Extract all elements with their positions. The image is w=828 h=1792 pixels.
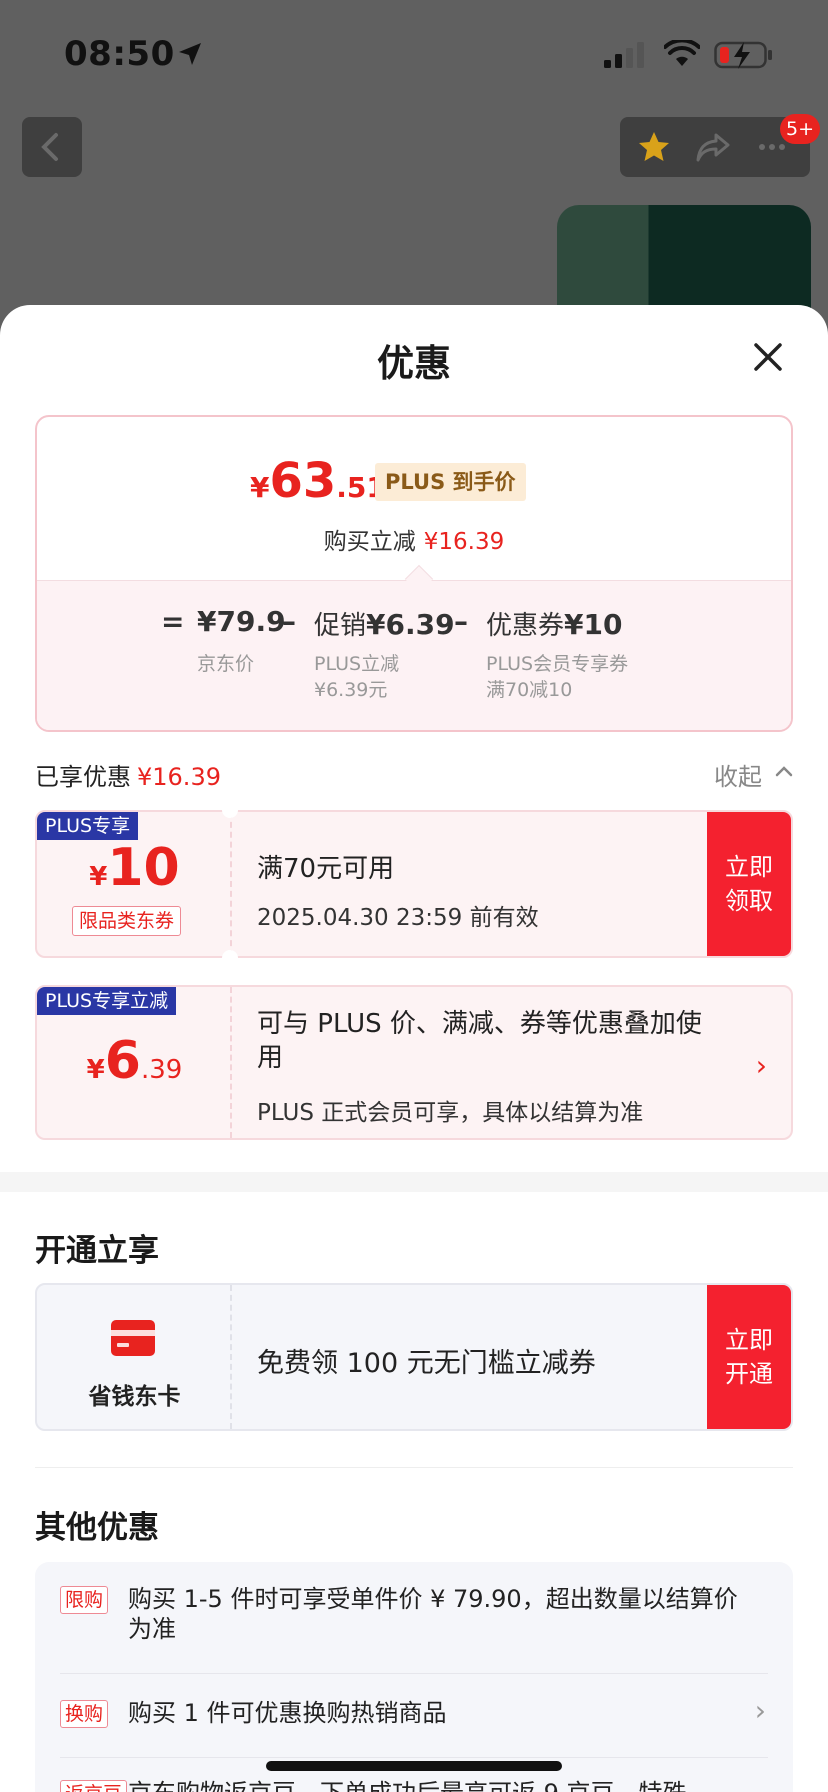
savings-card-name: 省钱东卡 xyxy=(88,1384,181,1410)
coupon-note: PLUS 正式会员可享，具体以结算为准 xyxy=(257,1100,644,1126)
claim-coupon-button[interactable]: 立即领取 xyxy=(707,812,791,956)
minus-sign: – xyxy=(282,605,296,638)
enjoyed-label: 已享优惠 xyxy=(35,763,131,791)
coupon-condition: 满70元可用 xyxy=(257,854,395,884)
enjoyed-value: ¥16.39 xyxy=(137,763,221,791)
coupon-category-badge: 限品类东券 xyxy=(72,906,182,936)
promo-caption: PLUS立减 ¥6.39元 xyxy=(314,651,399,703)
collapse-button[interactable]: 收起 xyxy=(714,757,762,792)
coupon-expiry: 2025.04.30 23:59 前有效 xyxy=(257,905,539,931)
chevron-right-icon: › xyxy=(755,1049,767,1082)
plus-price-tag: PLUS 到手价 xyxy=(375,463,526,501)
coupon-caption: PLUS会员专享券 满70减10 xyxy=(486,651,628,703)
base-sub: 京东价 xyxy=(197,653,255,675)
equals-sign: = xyxy=(161,605,185,638)
open-now-label: 立即开通 xyxy=(725,1326,773,1388)
coupon-notch xyxy=(222,950,238,966)
reduce-value: ¥16.39 xyxy=(423,529,505,555)
coupon-tag: PLUS专享立减 xyxy=(37,987,177,1015)
formula-area xyxy=(37,580,791,730)
savings-card: 省钱东卡 免费领 100 元无门槛立减券 立即开通 xyxy=(35,1283,793,1431)
offer-text: 购买 1 件可优惠换购热销商品 xyxy=(128,1699,447,1727)
coupon-description: 可与 PLUS 价、满减、券等优惠叠加使用 xyxy=(257,1009,702,1073)
offer-tag: 限购 xyxy=(60,1586,109,1614)
other-section-title: 其他优惠 xyxy=(35,1510,159,1546)
offer-text: 购买 1-5 件时可享受单件价 ¥ 79.90，超出数量以结算价为准 xyxy=(128,1585,738,1643)
coupon-yen: ¥ xyxy=(86,1055,105,1085)
price-breakdown-card: ¥63.51 PLUS 到手价 购买立减 ¥16.39 = ¥79.9 京东价 –… xyxy=(35,415,793,732)
sheet-title: 优惠 xyxy=(377,342,451,385)
back-button[interactable] xyxy=(22,117,82,177)
base-price: ¥79.9 xyxy=(197,605,286,638)
close-icon[interactable] xyxy=(748,337,788,377)
favorite-star-icon[interactable] xyxy=(636,129,672,165)
coupon-decimal: .39 xyxy=(140,1055,183,1085)
offer-tag: 换购 xyxy=(60,1700,109,1728)
share-icon[interactable] xyxy=(694,129,732,165)
cellular-signal-icon xyxy=(604,42,644,68)
coupon-yen: ¥ xyxy=(89,862,108,892)
coupon-sub2: 满70减10 xyxy=(486,679,573,701)
coupon-sub1: PLUS会员专享券 xyxy=(486,653,629,675)
status-bar: 08:50 xyxy=(0,0,828,100)
reduce-line: 购买立减 ¥16.39 xyxy=(37,522,791,556)
coupon-amount: ¥10 xyxy=(37,838,232,898)
promo-sub2: ¥6.39元 xyxy=(314,679,388,701)
open-section-title: 开通立享 xyxy=(35,1233,159,1269)
notification-badge: 5+ xyxy=(780,114,821,144)
list-item[interactable]: 换购 购买 1 件可优惠换购热销商品 › xyxy=(60,1674,768,1758)
final-price: ¥63.51 xyxy=(250,453,386,509)
coupon-tag: PLUS专享 xyxy=(37,812,139,840)
location-arrow-icon xyxy=(179,43,201,65)
list-item: 限购 购买 1-5 件时可享受单件价 ¥ 79.90，超出数量以结算价为准 xyxy=(60,1562,768,1674)
base-price-caption: 京东价 xyxy=(197,651,254,677)
coupon-value: ¥10 xyxy=(564,608,623,641)
enjoyed-discount: 已享优惠 ¥16.39 xyxy=(35,757,221,792)
chevron-right-icon: › xyxy=(754,1694,766,1727)
coupon-notch xyxy=(222,802,238,818)
coupon-amount: ¥6.39 xyxy=(37,1031,232,1091)
promo-value: ¥6.39 xyxy=(366,608,455,641)
divider xyxy=(35,1467,793,1468)
savings-card-offer: 免费领 100 元无门槛立减券 xyxy=(257,1348,596,1379)
offer-text: 京东购物返京豆，下单成功后最高可返 9 京豆，特殊 xyxy=(128,1778,758,1792)
plus-reduce-card[interactable]: PLUS专享立减 ¥6.39 可与 PLUS 价、满减、券等优惠叠加使用 PLU… xyxy=(35,985,793,1140)
coupon-label: 优惠券 xyxy=(486,611,565,641)
promo-sub1: PLUS立减 xyxy=(314,653,400,675)
promo-label: 促销 xyxy=(314,611,367,641)
other-offers-list: 限购 购买 1-5 件时可享受单件价 ¥ 79.90，超出数量以结算价为准 换购… xyxy=(35,1562,793,1792)
coupon-integer: 6 xyxy=(104,1031,141,1091)
offer-tag: 返京豆 xyxy=(60,1780,128,1792)
promo-term: 促销¥6.39 xyxy=(314,605,455,642)
status-time: 08:50 xyxy=(64,34,175,74)
reduce-label: 购买立减 xyxy=(323,529,416,555)
final-price-integer: 63 xyxy=(269,453,337,509)
minus-sign: – xyxy=(454,605,468,638)
coupon-integer: 10 xyxy=(107,838,180,898)
section-gap xyxy=(0,1172,828,1192)
credit-card-icon xyxy=(111,1320,155,1356)
battery-charging-icon xyxy=(714,41,772,69)
coupon-term: 优惠券¥10 xyxy=(486,605,622,642)
open-now-button[interactable]: 立即开通 xyxy=(707,1285,791,1429)
wifi-icon xyxy=(664,40,700,66)
final-price-yen: ¥ xyxy=(250,471,270,504)
plus-coupon-card: PLUS专享 ¥10 限品类东券 满70元可用 2025.04.30 23:59… xyxy=(35,810,793,958)
chevron-up-icon[interactable] xyxy=(774,763,794,779)
discount-sheet: 优惠 ¥63.51 PLUS 到手价 购买立减 ¥16.39 = ¥79.9 京东… xyxy=(0,305,828,1792)
claim-coupon-label: 立即领取 xyxy=(725,853,773,915)
home-indicator[interactable] xyxy=(266,1761,562,1771)
chevron-left-icon xyxy=(41,133,58,161)
